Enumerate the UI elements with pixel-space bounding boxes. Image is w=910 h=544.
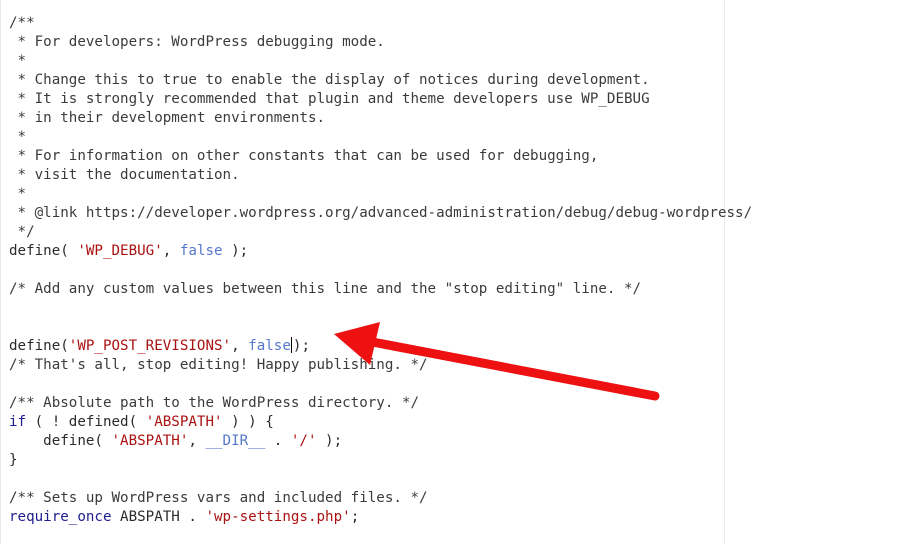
code-token: } [9, 452, 18, 468]
code-line[interactable]: * [9, 185, 752, 204]
code-token: ABSPATH . [111, 509, 206, 525]
code-line[interactable]: * in their development environments. [9, 109, 752, 128]
code-token: * For information on other constants tha… [9, 148, 599, 164]
code-token: , [188, 433, 206, 449]
code-token: /* That's all, stop editing! Happy publi… [9, 357, 428, 373]
code-token: ); [316, 433, 343, 449]
code-token: . [265, 433, 291, 449]
code-line[interactable]: } [9, 451, 752, 470]
code-line[interactable]: * It is strongly recommended that plugin… [9, 90, 752, 109]
code-token: * @link https://developer.wordpress.org/… [9, 205, 753, 221]
code-token: /** Absolute path to the WordPress direc… [9, 395, 419, 411]
code-token: * visit the documentation. [9, 167, 240, 183]
code-line[interactable]: if ( ! defined( 'ABSPATH' ) ) { [9, 413, 752, 432]
code-token: ( ! defined( [26, 414, 146, 430]
code-token: 'ABSPATH' [111, 433, 189, 449]
code-token: * [9, 53, 27, 69]
code-token: 'wp-settings.php' [205, 509, 351, 525]
code-token: define( [9, 243, 78, 259]
code-line[interactable]: * [9, 128, 752, 147]
code-token: * It is strongly recommended that plugin… [9, 91, 650, 107]
code-token: ); [292, 338, 310, 354]
editor-left-border [0, 0, 1, 544]
code-line[interactable]: /** Absolute path to the WordPress direc… [9, 394, 752, 413]
code-token: , [162, 243, 180, 259]
code-line[interactable]: * For developers: WordPress debugging mo… [9, 33, 752, 52]
code-line[interactable]: define( 'ABSPATH', __DIR__ . '/' ); [9, 432, 752, 451]
code-line[interactable]: * @link https://developer.wordpress.org/… [9, 204, 753, 223]
code-line[interactable]: require_once ABSPATH . 'wp-settings.php'… [9, 508, 752, 527]
code-token: 'WP_DEBUG' [77, 243, 163, 259]
code-token: * [9, 186, 27, 202]
code-line[interactable]: ​ [9, 299, 752, 318]
code-line[interactable]: */ [9, 223, 752, 242]
code-line[interactable]: * visit the documentation. [9, 166, 752, 185]
code-line[interactable]: * [9, 52, 752, 71]
code-line[interactable]: /* That's all, stop editing! Happy publi… [9, 356, 752, 375]
code-token: /* Add any custom values between this li… [9, 281, 642, 297]
code-token: * Change this to true to enable the disp… [9, 72, 650, 88]
code-line[interactable]: * For information on other constants tha… [9, 147, 752, 166]
code-token: ; [350, 509, 360, 525]
code-line[interactable]: define( 'WP_DEBUG', false ); [9, 242, 752, 261]
code-line[interactable]: ​ [9, 375, 752, 394]
code-line[interactable]: ​ [9, 470, 752, 489]
code-token: 'ABSPATH' [145, 414, 223, 430]
code-token: /** [9, 15, 35, 31]
code-token: * [9, 129, 27, 145]
code-token: 'WP_POST_REVISIONS' [68, 338, 232, 354]
active-code-line[interactable]: define('WP_POST_REVISIONS', false); [0, 337, 910, 356]
text-cursor [290, 337, 292, 353]
code-token: /** Sets up WordPress vars and included … [9, 490, 428, 506]
code-token: false [248, 338, 291, 354]
code-token: define( [9, 433, 112, 449]
code-token: __DIR__ [205, 433, 266, 449]
code-editor[interactable]: /** * For developers: WordPress debuggin… [0, 0, 910, 544]
code-token: * For developers: WordPress debugging mo… [9, 34, 385, 50]
code-line[interactable]: /** [9, 14, 752, 33]
code-token: */ [9, 224, 35, 240]
code-line[interactable]: ​ [9, 318, 752, 337]
code-token: if [9, 414, 27, 430]
code-token: ) ) { [222, 414, 274, 430]
code-token: ); [222, 243, 249, 259]
code-token: require_once [9, 509, 112, 525]
code-line[interactable]: * Change this to true to enable the disp… [9, 71, 752, 90]
code-token: define( [9, 338, 69, 354]
code-text-area[interactable]: /** * For developers: WordPress debuggin… [0, 14, 910, 527]
code-token: '/' [290, 433, 317, 449]
code-line[interactable]: /** Sets up WordPress vars and included … [9, 489, 752, 508]
code-token: * in their development environments. [9, 110, 326, 126]
code-token: , [231, 338, 249, 354]
code-token: false [179, 243, 223, 259]
code-line[interactable]: /* Add any custom values between this li… [9, 280, 752, 299]
code-line[interactable]: ​ [9, 261, 752, 280]
